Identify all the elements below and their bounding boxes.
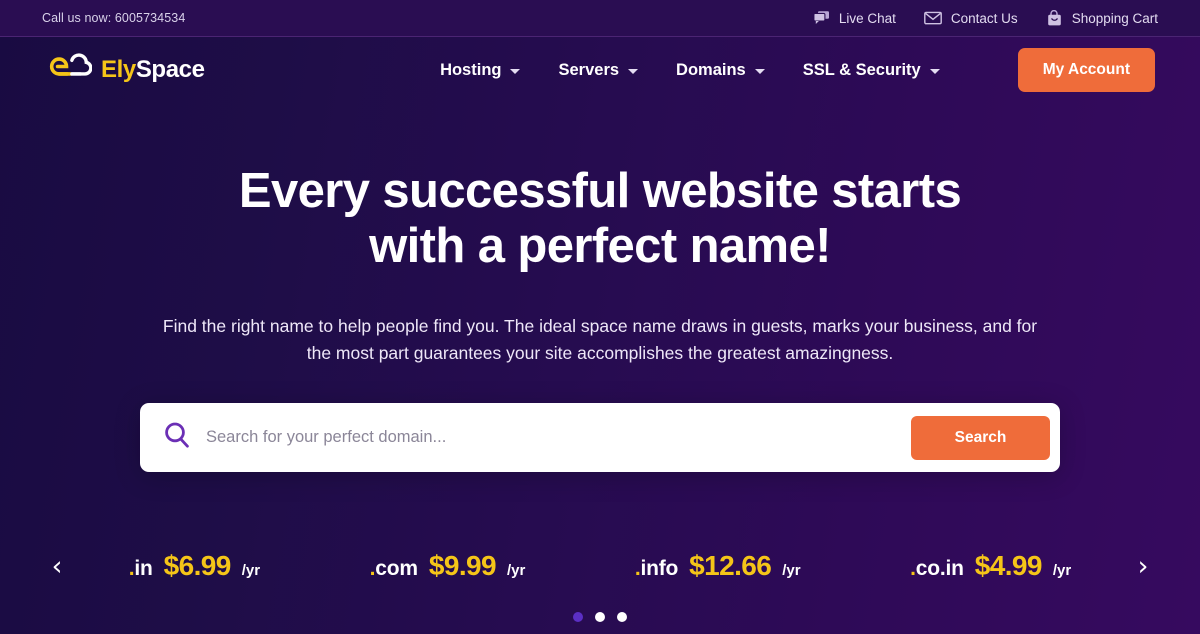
nav-item-servers-label: Servers [558, 60, 620, 79]
carousel-pagination [0, 612, 1200, 623]
carousel-dot-1[interactable] [573, 612, 583, 623]
tld-item[interactable]: .in $6.99 /yr [129, 550, 260, 582]
hero-section: Every successful website starts with a p… [0, 103, 1200, 473]
shopping-bag-icon [1046, 9, 1063, 27]
tld-name: .in [129, 557, 153, 581]
tld-name: .info [635, 557, 679, 581]
contact-us-label: Contact Us [950, 10, 1018, 26]
tld-label: in [134, 557, 153, 581]
hero-subtitle: Find the right name to help people find … [162, 315, 1038, 364]
tld-name: .co.in [910, 557, 964, 581]
live-chat-link[interactable]: Live Chat [813, 10, 896, 26]
carousel-prev-button[interactable]: ‹ [40, 553, 74, 580]
tld-price: $4.99 [974, 550, 1043, 582]
utility-topbar: Call us now: 6005734534 Live Chat Contac… [0, 0, 1200, 37]
tld-label: info [640, 557, 679, 581]
nav-item-servers[interactable]: Servers [558, 60, 639, 80]
nav-menu: Hosting Servers Domains SSL & Security M… [440, 48, 1155, 92]
tld-period: /yr [1052, 562, 1072, 580]
contact-us-link[interactable]: Contact Us [924, 11, 1018, 26]
tld-price: $6.99 [163, 550, 232, 582]
live-chat-label: Live Chat [838, 10, 896, 26]
tld-label: com [375, 557, 418, 581]
chevron-down-icon [628, 68, 639, 74]
page-title: Every successful website starts with a p… [238, 164, 962, 273]
carousel-dot-2[interactable] [595, 612, 605, 623]
search-button[interactable]: Search [911, 415, 1050, 460]
topbar-links: Live Chat Contact Us Shopping Cart [813, 9, 1158, 27]
nav-item-hosting[interactable]: Hosting [440, 60, 521, 80]
envelope-icon [924, 11, 942, 25]
tld-item[interactable]: .info $12.66 /yr [635, 550, 801, 582]
search-icon [162, 420, 192, 455]
tld-price-carousel: ‹ .in $6.99 /yr .com $9.99 /yr .info $12… [0, 540, 1200, 592]
tld-item[interactable]: .co.in $4.99 /yr [910, 550, 1071, 582]
tld-name: .com [370, 557, 418, 581]
tld-period: /yr [506, 562, 526, 580]
shopping-cart-link[interactable]: Shopping Cart [1046, 9, 1158, 27]
main-navbar: ElySpace Hosting Servers Domains SSL & S… [0, 37, 1200, 103]
nav-item-domains[interactable]: Domains [676, 61, 765, 80]
my-account-button[interactable]: My Account [1017, 48, 1155, 92]
logo-wordmark: ElySpace [101, 56, 205, 84]
nav-item-ssl-security-label: SSL & Security [802, 60, 921, 79]
nav-item-domains-label: Domains [676, 60, 746, 79]
carousel-dot-3[interactable] [617, 612, 627, 623]
chevron-down-icon [929, 68, 940, 74]
nav-item-hosting-label: Hosting [440, 60, 502, 79]
landing-page: Call us now: 6005734534 Live Chat Contac… [0, 0, 1200, 634]
shopping-cart-label: Shopping Cart [1071, 10, 1158, 26]
phone-label: Call us now: 6005734534 [42, 11, 186, 25]
carousel-next-button[interactable]: › [1126, 553, 1160, 580]
cloud-e-logo-icon [44, 53, 92, 87]
nav-item-ssl-security[interactable]: SSL & Security [803, 61, 940, 80]
domain-search-bar: Search [140, 403, 1060, 473]
chat-icon [813, 10, 830, 26]
tld-item[interactable]: .com $9.99 /yr [370, 550, 526, 582]
logo-text-primary: Ely [101, 56, 136, 83]
tld-period: /yr [241, 562, 261, 580]
tld-list: .in $6.99 /yr .com $9.99 /yr .info $12.6… [74, 550, 1126, 582]
tld-period: /yr [782, 562, 801, 580]
search-input[interactable] [206, 428, 911, 448]
chevron-down-icon [754, 68, 765, 74]
tld-price: $12.66 [689, 550, 772, 582]
site-logo[interactable]: ElySpace [44, 53, 205, 87]
tld-price: $9.99 [428, 550, 497, 582]
chevron-down-icon [510, 68, 521, 74]
tld-label: co.in [915, 557, 964, 581]
logo-text-secondary: Space [135, 56, 205, 83]
